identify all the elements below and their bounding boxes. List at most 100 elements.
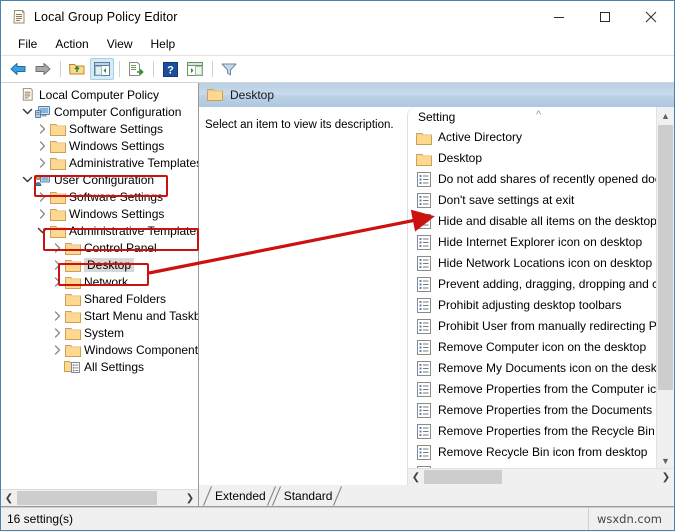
tree-scroll-left-icon[interactable]: ❮ — [1, 490, 17, 506]
tree-item-all-settings[interactable]: All Settings — [1, 358, 198, 375]
tree-item-administrative-templates[interactable]: Administrative Templates — [1, 154, 198, 171]
tree-item-administrative-templates[interactable]: Administrative Templates — [1, 222, 198, 239]
settings-list-item[interactable]: Prohibit User from manually redirecting … — [408, 316, 674, 337]
folder-icon — [49, 207, 66, 221]
tree-item-network[interactable]: Network — [1, 273, 198, 290]
settings-scroll-left-icon[interactable]: ❮ — [408, 469, 424, 485]
description-text: Select an item to view its description. — [205, 119, 394, 131]
maximize-button[interactable] — [582, 1, 628, 33]
settings-list-item[interactable]: Remove Computer icon on the desktop — [408, 337, 674, 358]
chevron-right-icon[interactable] — [50, 259, 64, 270]
tree-scroll-thumb[interactable] — [17, 491, 157, 505]
settings-scroll-right-icon[interactable]: ❯ — [658, 469, 674, 485]
tree-item-software-settings[interactable]: Software Settings — [1, 188, 198, 205]
policy-setting-icon — [416, 319, 432, 334]
tree-item-windows-settings[interactable]: Windows Settings — [1, 205, 198, 222]
settings-list-item[interactable]: Hide Internet Explorer icon on desktop — [408, 232, 674, 253]
title-bar: Local Group Policy Editor — [1, 1, 674, 33]
chevron-right-icon[interactable] — [35, 140, 49, 151]
settings-list-item-label: Remove Properties from the Documents ico… — [438, 403, 674, 417]
chevron-right-icon[interactable] — [50, 310, 64, 321]
filter-icon[interactable] — [217, 58, 241, 80]
settings-list-item[interactable]: Hide Network Locations icon on desktop — [408, 253, 674, 274]
main-content: Local Computer Policy Computer Configurat… — [1, 83, 674, 507]
scroll-up-icon[interactable]: ▲ — [657, 107, 674, 124]
settings-vertical-scrollbar[interactable]: ▲ ▼ — [656, 107, 674, 469]
settings-list-item[interactable]: Prevent adding, dragging, dropping and c… — [408, 274, 674, 295]
tree-horizontal-scrollbar[interactable]: ❮ ❯ — [1, 489, 198, 506]
scroll-down-icon[interactable]: ▼ — [657, 452, 674, 469]
settings-list-item[interactable]: Active Directory — [408, 127, 674, 148]
folder-icon — [64, 326, 81, 340]
tree-item-control-panel[interactable]: Control Panel — [1, 239, 198, 256]
tree-item-desktop[interactable]: Desktop — [1, 256, 198, 273]
tree-item-computer-configuration[interactable]: Computer Configuration — [1, 103, 198, 120]
settings-list-item[interactable]: Remove Properties from the Recycle Bin c… — [408, 421, 674, 442]
up-folder-icon[interactable] — [65, 58, 89, 80]
settings-scroll-track[interactable] — [424, 469, 658, 485]
chevron-down-icon[interactable] — [20, 107, 34, 116]
tree-item-windows-components[interactable]: Windows Components — [1, 341, 198, 358]
console-tree[interactable]: Local Computer Policy Computer Configurat… — [1, 83, 198, 489]
menu-file[interactable]: File — [9, 35, 46, 53]
chevron-right-icon[interactable] — [50, 327, 64, 338]
vertical-scroll-thumb[interactable] — [658, 125, 673, 390]
menu-view[interactable]: View — [98, 35, 142, 53]
show-hide-console-tree-icon[interactable] — [90, 58, 114, 80]
tree-scroll-track[interactable] — [17, 490, 182, 506]
chevron-down-icon[interactable] — [20, 175, 34, 184]
tree-item-label: Windows Settings — [69, 138, 165, 153]
tab-extended[interactable]: Extended — [203, 486, 276, 506]
chevron-down-icon[interactable] — [35, 226, 49, 235]
chevron-right-icon[interactable] — [50, 242, 64, 253]
settings-list-item[interactable]: Do not add shares of recently opened doc… — [408, 169, 674, 190]
folder-icon — [64, 275, 81, 289]
tree-item-windows-settings[interactable]: Windows Settings — [1, 137, 198, 154]
settings-list-item[interactable]: Don't save settings at exit — [408, 190, 674, 211]
settings-list-item[interactable]: Remove Properties from the Documents ico… — [408, 400, 674, 421]
chevron-right-icon[interactable] — [50, 276, 64, 287]
chevron-right-icon[interactable] — [35, 191, 49, 202]
help-icon[interactable]: ? — [158, 58, 182, 80]
folder-icon — [64, 241, 81, 255]
tree-item-label: All Settings — [84, 359, 145, 374]
back-icon[interactable] — [6, 58, 30, 80]
settings-list-item[interactable]: Desktop — [408, 148, 674, 169]
tree-scroll-right-icon[interactable]: ❯ — [182, 490, 198, 506]
computer-config-icon — [34, 105, 51, 119]
show-hide-action-pane-icon[interactable] — [183, 58, 207, 80]
menu-bar: File Action View Help — [1, 33, 674, 55]
tree-item-start-menu-and-taskbar[interactable]: Start Menu and Taskbar — [1, 307, 198, 324]
tab-standard[interactable]: Standard — [271, 486, 343, 506]
tree-item-label: Administrative Templates — [69, 223, 198, 238]
chevron-right-icon[interactable] — [35, 157, 49, 168]
menu-help[interactable]: Help — [142, 35, 185, 53]
settings-list-item[interactable]: Remove Recycle Bin icon from desktop — [408, 442, 674, 463]
tree-item-local-computer-policy[interactable]: Local Computer Policy — [1, 86, 198, 103]
settings-horizontal-scrollbar[interactable]: ❮ ❯ — [408, 468, 674, 485]
local-group-policy-editor-window: Local Group Policy Editor File Action Vi… — [0, 0, 675, 531]
chevron-right-icon[interactable] — [35, 123, 49, 134]
settings-list-item[interactable]: Remove My Documents icon on the desktop — [408, 358, 674, 379]
settings-list-header[interactable]: Setting ^ — [408, 107, 674, 127]
window-title: Local Group Policy Editor — [34, 10, 178, 24]
tree-item-software-settings[interactable]: Software Settings — [1, 120, 198, 137]
policy-document-icon — [19, 87, 36, 102]
chevron-right-icon[interactable] — [50, 344, 64, 355]
menu-action[interactable]: Action — [46, 35, 97, 53]
settings-list-item[interactable]: Prohibit adjusting desktop toolbars — [408, 295, 674, 316]
chevron-right-icon[interactable] — [35, 208, 49, 219]
settings-scroll-thumb[interactable] — [424, 470, 502, 484]
forward-icon[interactable] — [31, 58, 55, 80]
settings-list-item[interactable]: Hide and disable all items on the deskto… — [408, 211, 674, 232]
column-header-setting[interactable]: Setting — [418, 110, 455, 124]
minimize-button[interactable] — [536, 1, 582, 33]
tree-item-shared-folders[interactable]: Shared Folders — [1, 290, 198, 307]
folder-icon — [49, 156, 66, 170]
tree-item-system[interactable]: System — [1, 324, 198, 341]
export-list-icon[interactable] — [124, 58, 148, 80]
tree-item-user-configuration[interactable]: User Configuration — [1, 171, 198, 188]
close-button[interactable] — [628, 1, 674, 33]
settings-list-item[interactable]: Remove Properties from the Computer icon… — [408, 379, 674, 400]
settings-list[interactable]: Active Directory Desktop Do not add shares… — [408, 127, 674, 485]
